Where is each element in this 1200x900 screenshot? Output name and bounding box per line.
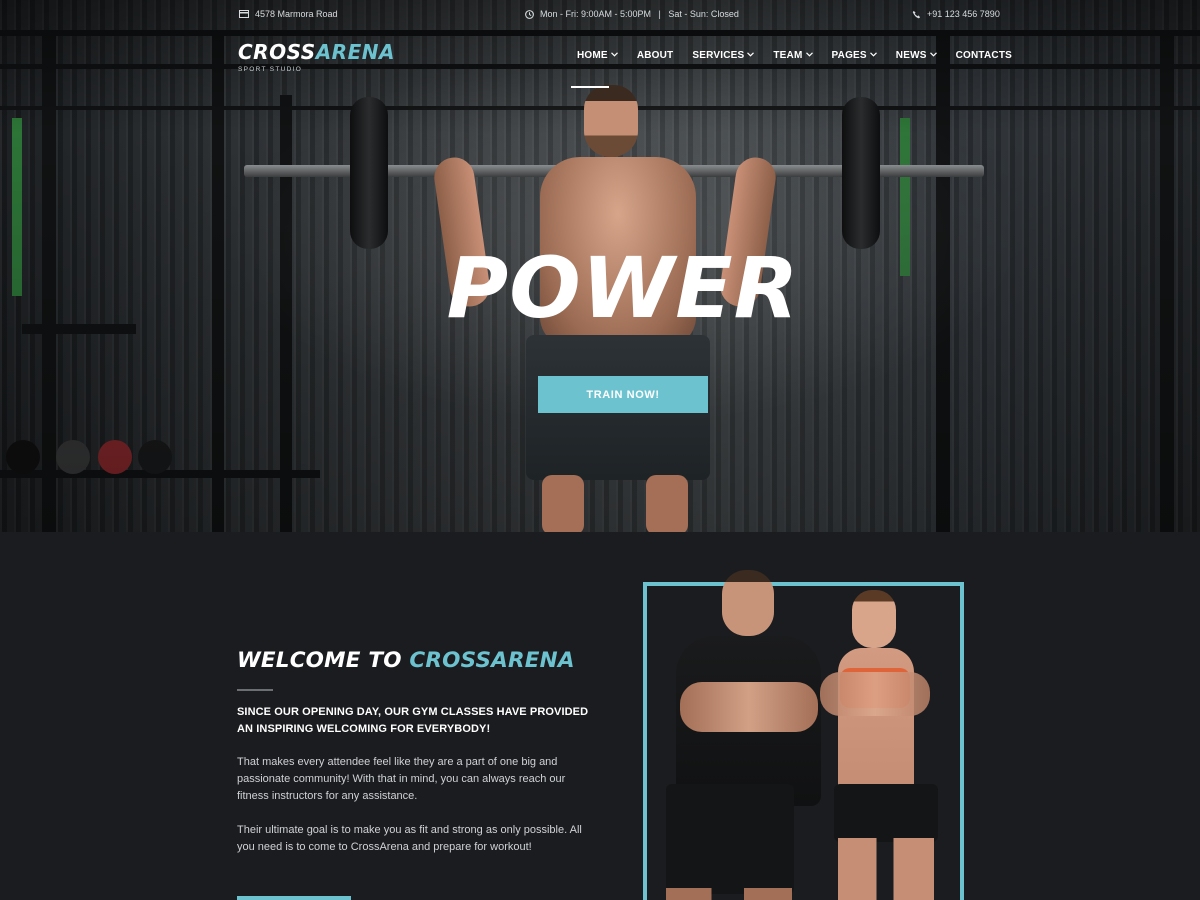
nav-label: ABOUT <box>636 50 674 61</box>
card-icon <box>239 9 249 19</box>
title-divider <box>237 689 273 691</box>
nav-item-team[interactable]: TEAM <box>773 50 813 61</box>
logo-part-cross: CROSS <box>238 40 316 64</box>
address-info: 4578 Marmora Road <box>239 9 338 19</box>
trainer-man-head <box>722 570 774 636</box>
nav-label: TEAM <box>773 50 803 61</box>
nav-item-home[interactable]: HOME <box>577 50 618 61</box>
barbell-plate <box>842 97 880 249</box>
athlete-leg <box>542 475 584 532</box>
nav-item-about[interactable]: ABOUT <box>637 50 674 61</box>
welcome-title-prefix: WELCOME TO <box>237 648 410 673</box>
hero-section: 4578 Marmora Road Mon - Fri: 9:00AM - 5:… <box>0 0 1200 532</box>
nav-item-contacts[interactable]: CONTACTS <box>956 50 1012 61</box>
top-info-bar: 4578 Marmora Road Mon - Fri: 9:00AM - 5:… <box>0 0 1200 30</box>
nav-label: PAGES <box>831 50 867 61</box>
welcome-section: WELCOME TO CROSSARENA SINCE OUR OPENING … <box>0 532 1200 900</box>
nav-label: CONTACTS <box>955 50 1013 61</box>
hero-title: POWER <box>446 239 800 337</box>
chevron-down-icon <box>805 52 813 59</box>
main-nav: HOME ABOUT SERVICES TEAM PAGES NEWS CONT… <box>577 50 1031 61</box>
trainer-man-arms <box>680 682 818 732</box>
hours-info: Mon - Fri: 9:00AM - 5:00PM | Sat - Sun: … <box>524 9 739 19</box>
phone-info[interactable]: +91 123 456 7890 <box>911 9 1000 19</box>
logo-tagline: SPORT STUDIO <box>238 66 303 73</box>
site-logo[interactable]: CROSSARENA SPORT STUDIO <box>238 40 395 73</box>
chevron-down-icon <box>869 52 877 59</box>
nav-label: NEWS <box>895 50 927 61</box>
clock-icon <box>524 9 534 19</box>
welcome-paragraph: Their ultimate goal is to make you as fi… <box>237 824 582 853</box>
trainer-woman-arms <box>820 672 930 716</box>
chevron-down-icon <box>929 52 937 59</box>
nav-active-indicator <box>571 86 609 88</box>
logo-part-arena: ARENA <box>315 40 395 64</box>
train-now-button[interactable]: TRAIN NOW! <box>538 376 708 413</box>
nav-label: SERVICES <box>692 50 745 61</box>
welcome-title-brand: CROSSARENA <box>409 648 575 673</box>
nav-item-services[interactable]: SERVICES <box>692 50 755 61</box>
logo-wordmark: CROSSARENA <box>238 40 395 64</box>
trainer-man-legs <box>666 888 792 900</box>
address-text: 4578 Marmora Road <box>255 9 338 19</box>
trainer-woman-legs <box>838 838 934 900</box>
phone-icon <box>911 9 921 19</box>
nav-label: HOME <box>577 50 608 61</box>
athlete-leg <box>646 475 688 532</box>
trainer-man-shorts <box>666 784 794 894</box>
chevron-down-icon <box>610 52 618 59</box>
welcome-title: WELCOME TO CROSSARENA <box>237 648 575 673</box>
welcome-lead: SINCE OUR OPENING DAY, OUR GYM CLASSES H… <box>237 706 589 735</box>
athlete-head <box>584 85 638 157</box>
chevron-down-icon <box>747 52 755 59</box>
barbell-plate <box>350 97 388 249</box>
trainer-woman-shorts <box>834 784 938 842</box>
hours-text: Mon - Fri: 9:00AM - 5:00PM | Sat - Sun: … <box>540 9 739 19</box>
read-more-button[interactable] <box>237 896 351 900</box>
trainer-woman-head <box>852 590 896 648</box>
nav-item-news[interactable]: NEWS <box>896 50 937 61</box>
phone-text: +91 123 456 7890 <box>927 9 1000 19</box>
welcome-paragraph: That makes every attendee feel like they… <box>237 756 566 802</box>
nav-item-pages[interactable]: PAGES <box>832 50 877 61</box>
